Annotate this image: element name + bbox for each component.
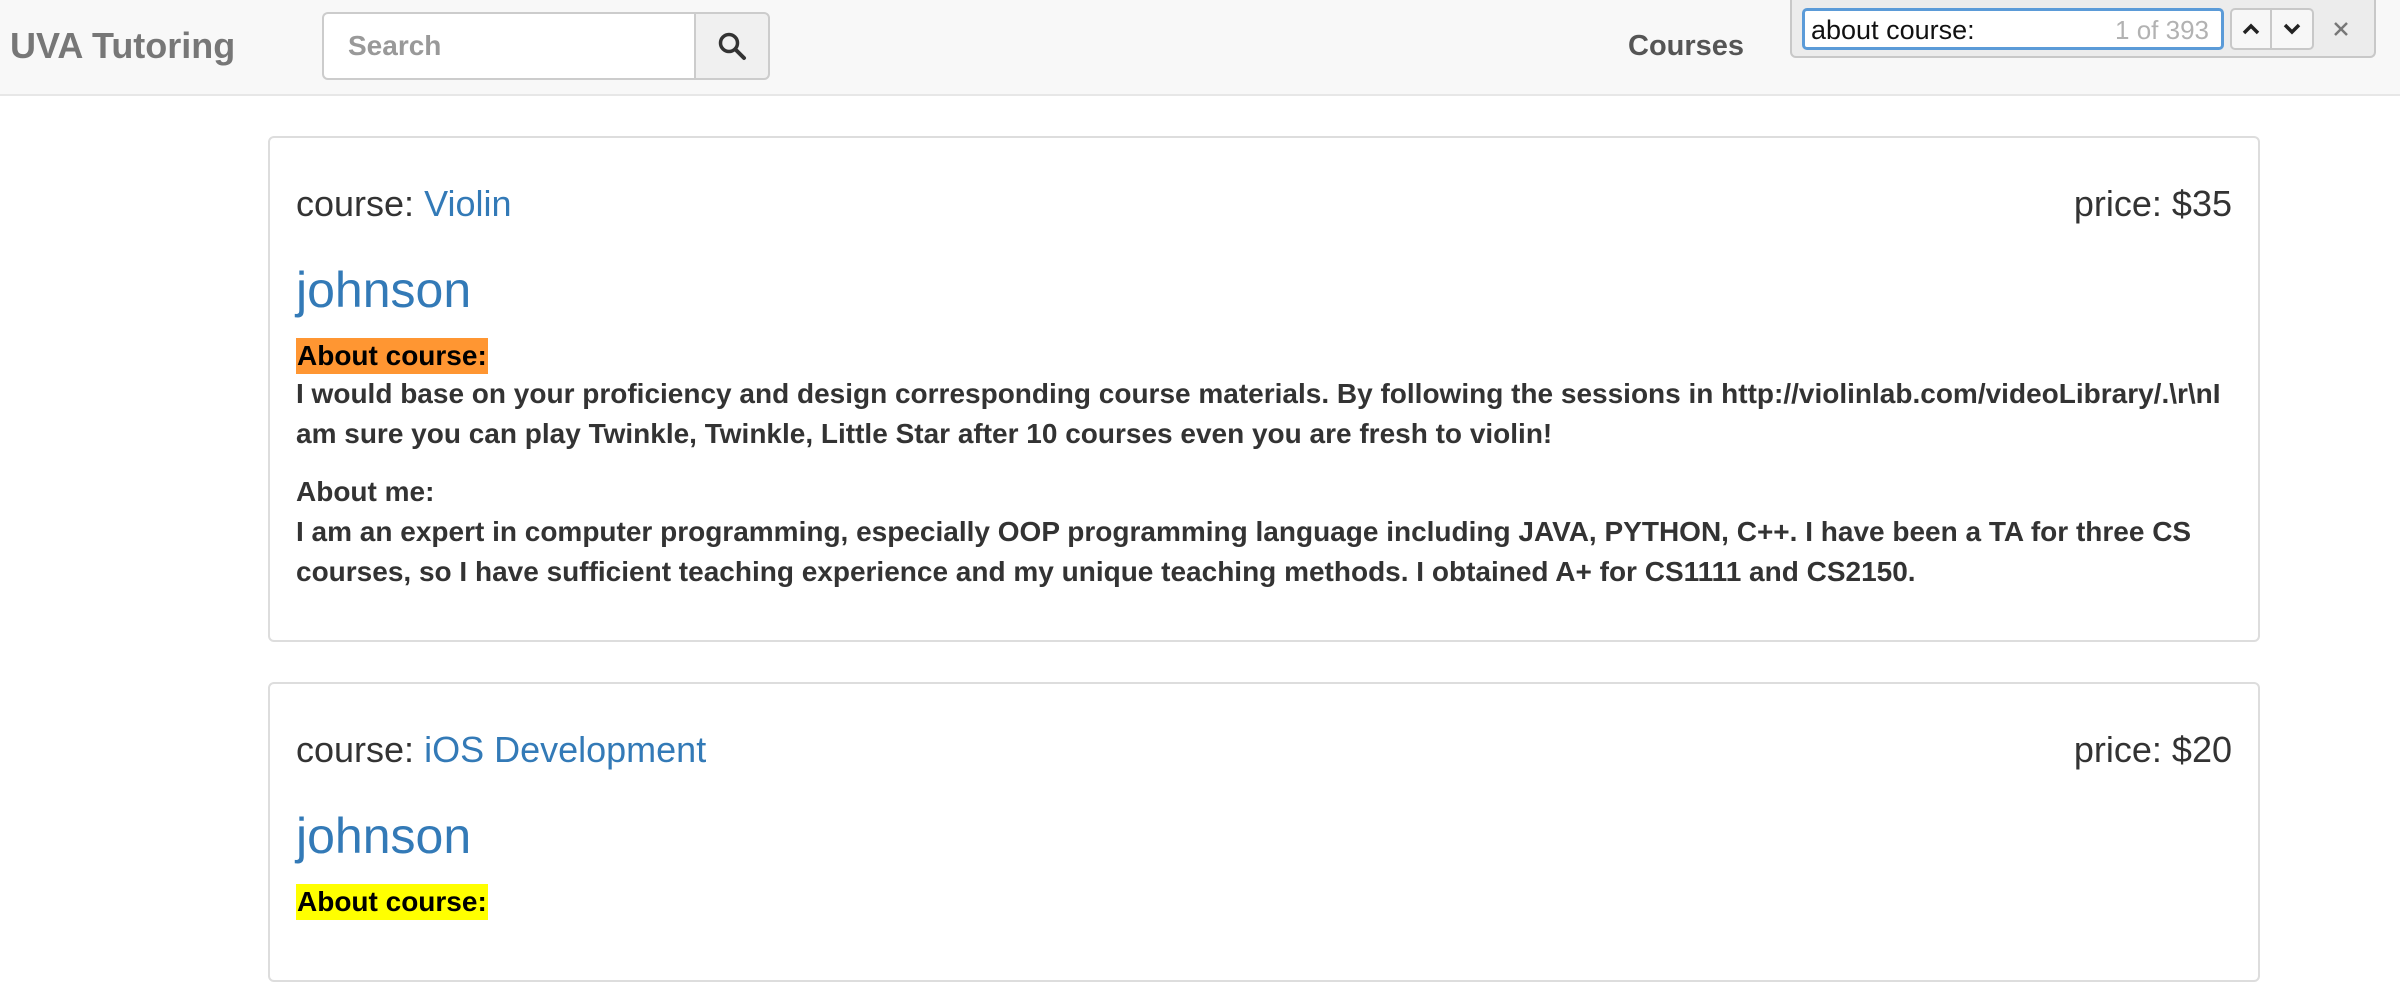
course-prefix: course:: [296, 183, 415, 224]
brand-link[interactable]: UVA Tutoring: [10, 22, 235, 70]
find-match-count: 1 of 393: [2115, 15, 2209, 45]
course-title: course: iOS Development: [296, 726, 706, 774]
tutor-name-link[interactable]: johnson: [296, 260, 471, 320]
course-card: course: iOS Development price: $20 johns…: [268, 682, 2260, 982]
about-me-label: About me:: [296, 476, 435, 507]
card-header: course: iOS Development price: $20: [296, 726, 2232, 774]
find-next-button[interactable]: [2272, 8, 2314, 50]
course-prefix: course:: [296, 729, 415, 770]
about-course-text: I would base on your proficiency and des…: [296, 378, 2221, 449]
card-header: course: Violin price: $35: [296, 180, 2232, 228]
find-in-page-bar: 1 of 393: [1790, 0, 2376, 58]
find-input[interactable]: [1811, 13, 2061, 47]
find-close-button[interactable]: [2322, 10, 2360, 48]
course-price: price: $35: [2073, 183, 2232, 224]
course-name-link[interactable]: iOS Development: [424, 729, 706, 770]
search-form: [322, 12, 770, 80]
course-name-link[interactable]: Violin: [424, 183, 511, 224]
search-icon: [718, 32, 746, 60]
close-icon: [2334, 22, 2348, 36]
search-input[interactable]: [322, 12, 694, 80]
about-course-label: About course:: [296, 338, 488, 374]
course-title: course: Violin: [296, 180, 511, 228]
about-course-label: About course:: [296, 884, 488, 920]
tutor-name-link[interactable]: johnson: [296, 806, 471, 866]
chevron-up-icon: [2242, 23, 2260, 35]
nav-courses-link[interactable]: Courses: [1628, 22, 1744, 70]
course-price: price: $20: [2073, 729, 2232, 770]
course-card: course: Violin price: $35 johnson About …: [268, 136, 2260, 642]
find-field: 1 of 393: [1802, 8, 2224, 50]
find-previous-button[interactable]: [2230, 8, 2272, 50]
about-me-text: I am an expert in computer programming, …: [296, 516, 2192, 587]
chevron-down-icon: [2283, 23, 2301, 35]
search-button[interactable]: [694, 12, 770, 80]
